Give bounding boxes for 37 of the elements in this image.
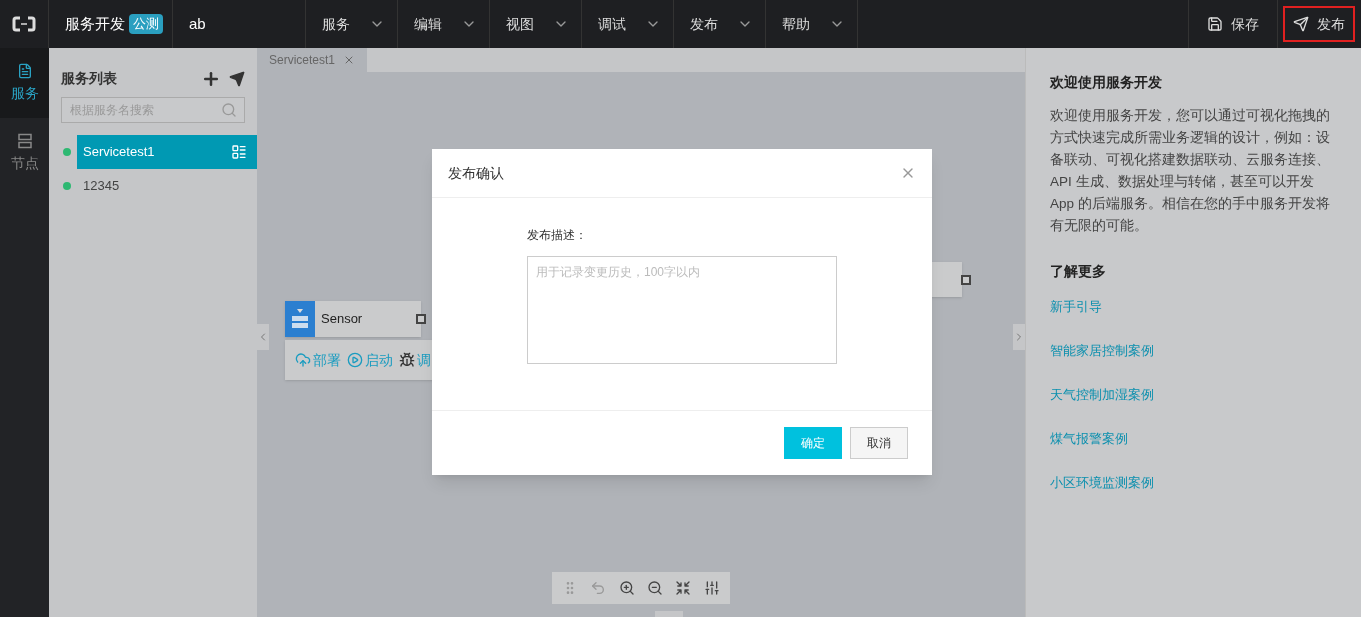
save-icon (1207, 16, 1223, 32)
service-item[interactable]: 12345 (77, 169, 257, 203)
search-icon (221, 102, 237, 118)
sensor-icon (291, 308, 309, 330)
zoom-in-icon[interactable] (618, 580, 635, 596)
rail-tab[interactable]: 节点 (0, 118, 49, 188)
cancel-button[interactable]: 取消 (850, 427, 908, 459)
node-label: Sensor (321, 310, 363, 329)
sensor-node[interactable]: Sensor (285, 301, 421, 337)
help-intro: 欢迎使用服务开发，您可以通过可视化拖拽的方式快速完成所需业务逻辑的设计，例如：设备联动、可视化搭建数据联动、云服务连接、API 生成、数据处理与转储，甚至可以开发 App 的后端服务。相信在您的手中服务开发将有无限的可能。 (1050, 107, 1331, 235)
help-title: 欢迎使用服务开发 (1050, 73, 1163, 92)
more-title: 了解更多 (1050, 262, 1107, 281)
fit-view-icon[interactable] (675, 580, 692, 596)
publish-button[interactable]: 发布 (1283, 6, 1355, 42)
save-button[interactable]: 保存 (1197, 6, 1269, 42)
dialog-title: 发布确认 (448, 163, 504, 183)
send-icon[interactable] (229, 70, 245, 87)
cloud-upload-icon (295, 352, 311, 368)
node-port[interactable] (961, 275, 971, 285)
service-item[interactable]: Servicetest1 (77, 135, 257, 169)
project-name: ab (189, 13, 206, 34)
logo-icon (12, 16, 36, 32)
list-icon[interactable] (231, 144, 247, 160)
app-title: 服务开发 (65, 13, 125, 34)
zoom-out-icon[interactable] (647, 580, 664, 596)
rail-tab[interactable]: 服务 (0, 48, 49, 118)
node-port[interactable] (416, 314, 426, 324)
sliders-icon[interactable] (703, 580, 720, 596)
sidebar-title: 服务列表 (61, 69, 117, 88)
send-icon (1293, 16, 1309, 32)
bug-icon (399, 352, 415, 368)
play-icon (347, 352, 363, 368)
description-field[interactable]: 用于记录变更历史，100字以内 (527, 256, 837, 364)
document-icon (16, 62, 33, 79)
beta-badge: 公测 (129, 14, 163, 34)
node-icon (16, 132, 33, 149)
field-label: 发布描述： (527, 227, 588, 244)
